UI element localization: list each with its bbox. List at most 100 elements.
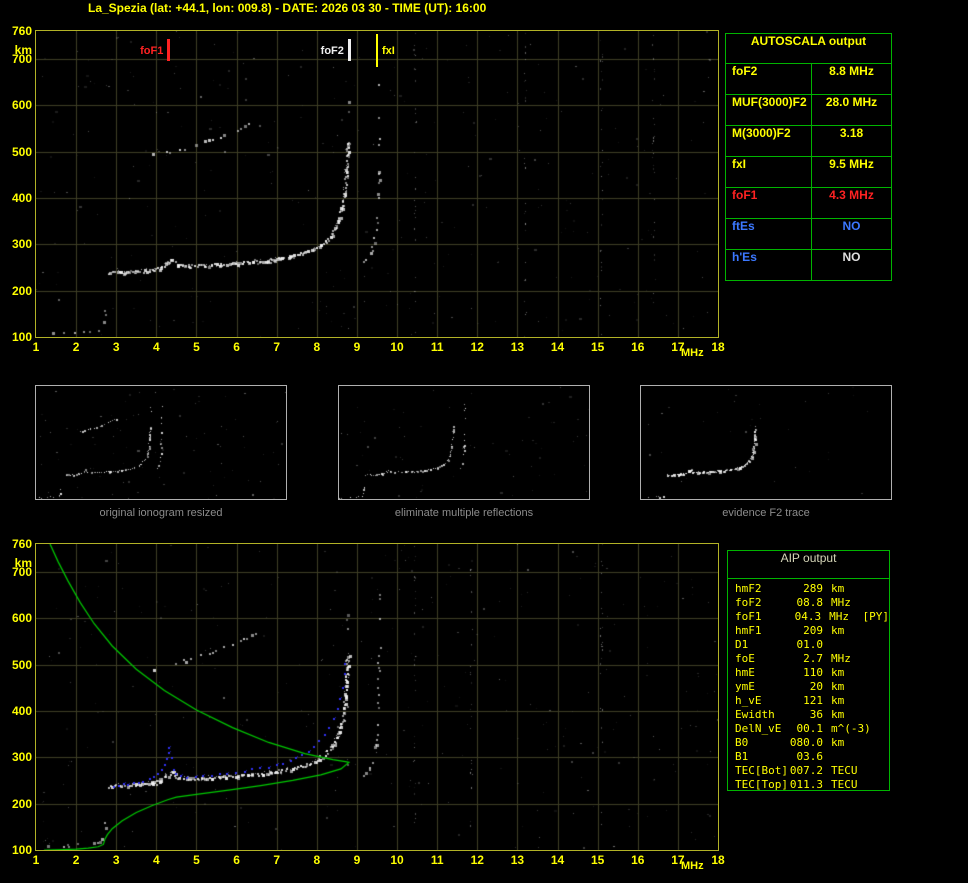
- table-row: TEC[Bot] 007.2 TECU: [728, 764, 889, 778]
- axis-tick-label: 17: [671, 340, 685, 354]
- param-tag: [861, 666, 889, 680]
- param-value: 2.7: [803, 652, 823, 665]
- param-name: TEC[Bot]: [735, 764, 788, 777]
- param-tag: [861, 638, 889, 652]
- param-unit: km: [831, 582, 845, 595]
- param-name: B0: [735, 736, 749, 749]
- thumbnail-caption: original ionogram resized: [99, 507, 223, 519]
- table-row: hmF1 209 km: [728, 624, 889, 638]
- param-value: 007.2: [789, 764, 823, 777]
- axis-tick-label: 500: [11, 657, 32, 672]
- table-row: B1 03.6: [728, 750, 889, 764]
- table-row: foE 2.7 MHz: [728, 652, 889, 666]
- axis-tick-label: 9: [353, 340, 361, 354]
- axis-tick-label: 600: [11, 611, 32, 626]
- param-value: 8.8 MHz: [829, 64, 874, 78]
- axis-tick-label: 400: [11, 703, 32, 718]
- param-value: NO: [842, 250, 861, 264]
- axis-tick-label: 200: [11, 283, 32, 298]
- axis-tick-label: 14: [550, 853, 565, 867]
- param-unit: [823, 638, 861, 652]
- param-value: 01.0: [796, 638, 824, 651]
- ionogram-plot-bottom: [35, 543, 719, 851]
- param-unit: km: [831, 624, 845, 637]
- param-value: 03.6: [796, 750, 824, 763]
- param-value: NO: [842, 219, 861, 233]
- param-tag: [861, 652, 889, 666]
- thumbnail-canvas-f2-trace: [641, 386, 891, 499]
- axis-tick-label: 200: [11, 796, 32, 811]
- aip-table-title: AIP output: [728, 551, 889, 579]
- param-tag: [861, 778, 889, 792]
- param-value: 08.8: [796, 596, 824, 609]
- param-name: hmF1: [735, 624, 762, 637]
- ionogram-canvas-bottom: [36, 544, 718, 850]
- param-value: 209: [803, 624, 823, 637]
- axis-tick-label: 13: [510, 853, 525, 867]
- param-tag: [861, 708, 889, 722]
- param-value: 9.5 MHz: [829, 157, 874, 171]
- axis-tick-label: 12: [470, 340, 484, 354]
- axis-tick-label: 1: [32, 340, 40, 354]
- table-row: MUF(3000)F2 28.0 MHz: [726, 95, 891, 126]
- thumbnail-canvas-no-multiples: [339, 386, 589, 499]
- axis-tick-label: 15: [590, 340, 605, 354]
- table-row: h_vE 121 km: [728, 694, 889, 708]
- table-row: fxI 9.5 MHz: [726, 157, 891, 188]
- param-tag: [861, 680, 889, 694]
- param-unit: [823, 750, 861, 764]
- axis-tick-label: 14: [550, 340, 565, 354]
- autoscala-output-table: AUTOSCALA output foF2 8.8 MHz MUF(3000)F2…: [725, 33, 892, 281]
- axis-tick-label: 400: [11, 190, 32, 205]
- param-label: fxI: [726, 157, 812, 187]
- table-row: foF1 4.3 MHz: [726, 188, 891, 219]
- axis-tick-label: 16: [631, 853, 645, 867]
- table-row: hmF2 289 km: [728, 582, 889, 596]
- axis-tick-label: 1: [32, 853, 40, 867]
- axis-tick-label: 500: [11, 144, 32, 159]
- param-name: Ewidth: [735, 708, 775, 721]
- param-tag: [861, 750, 889, 764]
- param-value: 20: [809, 680, 823, 693]
- table-row: ftEs NO: [726, 219, 891, 250]
- axis-tick-label: 300: [11, 237, 32, 252]
- marker-fxI-label: fxI: [382, 45, 395, 57]
- axis-tick-label: 8: [313, 340, 321, 354]
- ionogram-canvas-top: [36, 31, 718, 337]
- axis-tick-label: 7: [273, 853, 281, 867]
- param-value: 4.3 MHz: [829, 188, 874, 202]
- axis-tick-label: 2: [72, 853, 80, 867]
- thumbnail-caption: evidence F2 trace: [722, 507, 810, 519]
- param-tag: [861, 736, 889, 750]
- param-name: foF1: [735, 610, 762, 623]
- axis-tick-label: 3: [112, 853, 120, 867]
- header-title: La_Spezia (lat: +44.1, lon: 009.8) - DAT…: [88, 1, 487, 15]
- param-unit: MHz: [829, 610, 850, 623]
- table-row: Ewidth 36 km: [728, 708, 889, 722]
- axis-tick-label: 12: [470, 853, 484, 867]
- table-row: foF2 08.8 MHz: [728, 596, 889, 610]
- thumbnail-no-multiples: eliminate multiple reflections: [338, 385, 590, 520]
- axis-tick-label: 4: [153, 340, 160, 354]
- param-unit: TECU: [831, 764, 858, 777]
- table-row: D1 01.0: [728, 638, 889, 652]
- param-label: foF1: [726, 188, 812, 218]
- marker-foF1-tick: [167, 39, 171, 61]
- param-tag: [861, 596, 889, 610]
- param-unit: km: [831, 708, 845, 721]
- table-row: B0 080.0 km: [728, 736, 889, 750]
- table-row: h'Es NO: [726, 250, 891, 280]
- thumbnail-frame: [35, 385, 287, 500]
- param-name: h_vE: [735, 694, 762, 707]
- axis-tick-label: 760: [11, 537, 32, 551]
- param-unit: MHz: [831, 652, 851, 665]
- param-tag: [861, 722, 889, 736]
- param-unit: km: [831, 680, 845, 693]
- axis-tick-label: 18: [711, 340, 725, 354]
- axis-tick-label: 4: [153, 853, 160, 867]
- thumbnail-frame: [338, 385, 590, 500]
- axis-tick-label: 10: [390, 340, 404, 354]
- param-name: B1: [735, 750, 749, 763]
- param-unit: km: [831, 736, 845, 749]
- param-label: MUF(3000)F2: [726, 95, 812, 125]
